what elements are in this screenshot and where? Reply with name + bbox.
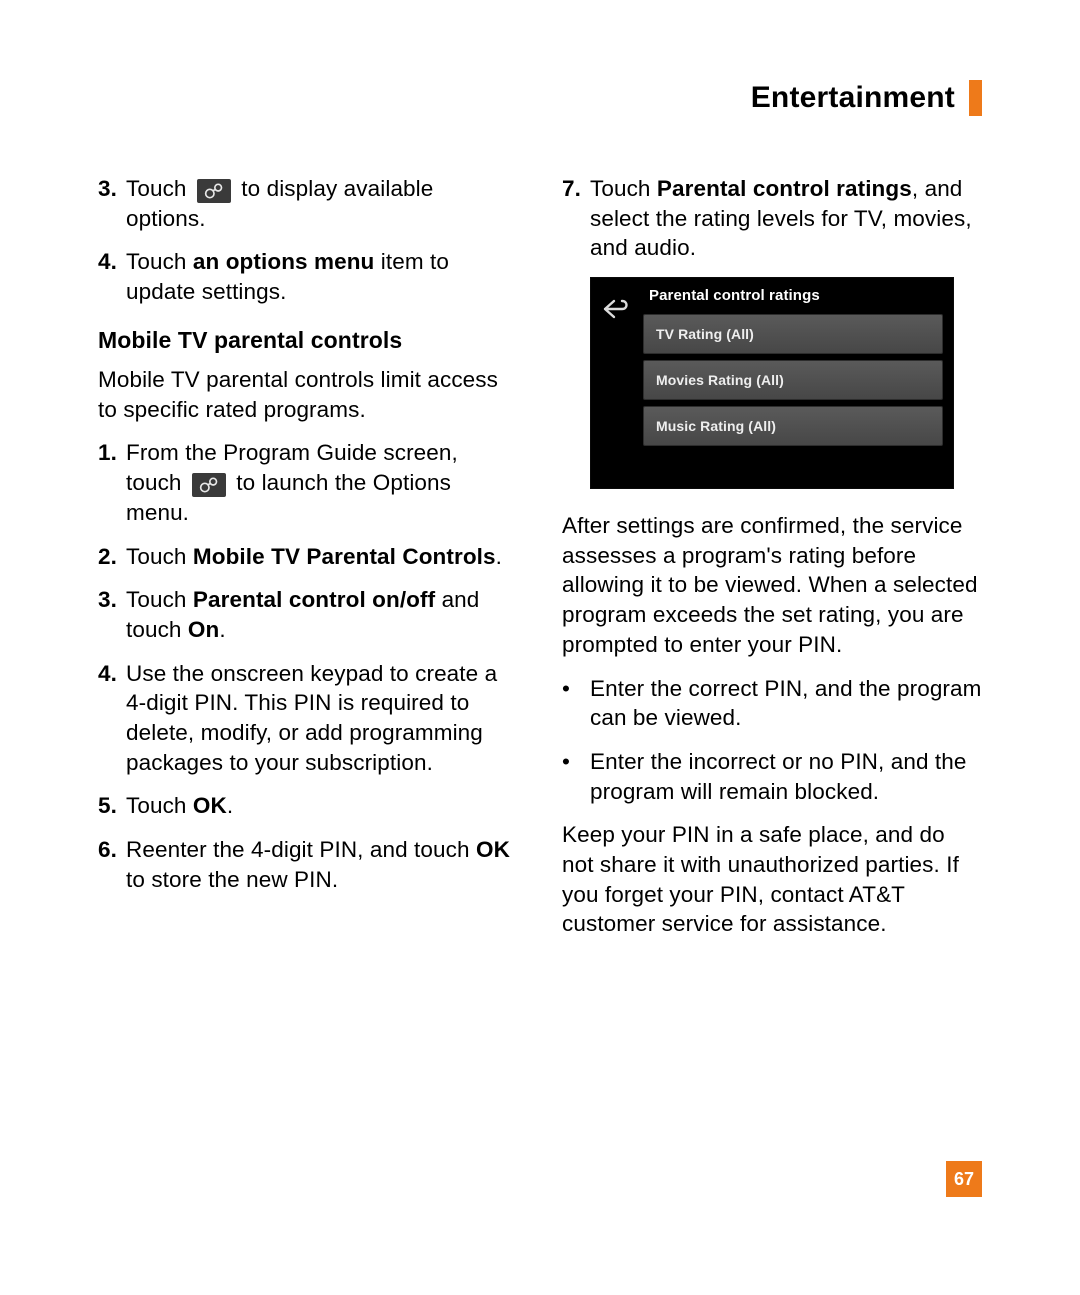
step-body: Touch Parental control ratings, and sele… (590, 174, 982, 263)
parental-steps-list: 1. From the Program Guide screen, touch … (98, 438, 518, 894)
step-number: 6. (98, 835, 126, 894)
list-body: Enter the incorrect or no PIN, and the p… (590, 747, 982, 806)
list-item: • Enter the correct PIN, and the program… (562, 674, 982, 733)
text: Reenter the 4-digit PIN, and touch (126, 837, 476, 862)
rating-row-tv: TV Rating (All) (643, 314, 943, 354)
list-item: • Enter the incorrect or no PIN, and the… (562, 747, 982, 806)
text: to store the new PIN. (126, 867, 338, 892)
header-title: Entertainment (751, 81, 955, 115)
step-number: 3. (98, 585, 126, 644)
paragraph: Keep your PIN in a safe place, and do no… (562, 820, 982, 939)
parental-ratings-screenshot: Parental control ratings TV Rating (All)… (590, 277, 954, 489)
pstep-5: 5. Touch OK. (98, 791, 518, 821)
bold: Parental control on/off (193, 587, 435, 612)
text: . (227, 793, 233, 818)
list-body: Enter the correct PIN, and the program c… (590, 674, 982, 733)
bold: an options menu (193, 249, 375, 274)
step-number: 7. (562, 174, 590, 263)
pstep-1: 1. From the Program Guide screen, touch … (98, 438, 518, 527)
step-number: 4. (98, 247, 126, 306)
text: Touch (126, 176, 193, 201)
page-number: 67 (946, 1161, 982, 1197)
bold: On (188, 617, 219, 642)
step-3: 3. Touch to display available options. (98, 174, 518, 233)
bold: Parental control ratings (657, 176, 912, 201)
step-body: Touch an options menu item to update set… (126, 247, 518, 306)
text: Touch (126, 587, 193, 612)
page-header: Entertainment (98, 80, 982, 116)
text: Touch (590, 176, 657, 201)
text: . (496, 544, 502, 569)
pstep-6: 6. Reenter the 4-digit PIN, and touch OK… (98, 835, 518, 894)
step-4: 4. Touch an options menu item to update … (98, 247, 518, 306)
text: Touch (126, 544, 193, 569)
text: Touch (126, 249, 193, 274)
options-icon (192, 473, 226, 497)
rating-row-movies: Movies Rating (All) (643, 360, 943, 400)
header-accent-bar (969, 80, 982, 116)
step-number: 1. (98, 438, 126, 527)
rating-row-music: Music Rating (All) (643, 406, 943, 446)
bullet-icon: • (562, 674, 590, 733)
pstep-7: 7. Touch Parental control ratings, and s… (562, 174, 982, 263)
step-body: Touch Mobile TV Parental Controls. (126, 542, 518, 572)
pstep-3: 3. Touch Parental control on/off and tou… (98, 585, 518, 644)
step-number: 5. (98, 791, 126, 821)
text: . (219, 617, 225, 642)
bold: Mobile TV Parental Controls (193, 544, 496, 569)
step-number: 3. (98, 174, 126, 233)
step-body: Use the onscreen keypad to create a 4-di… (126, 659, 518, 778)
step-body: From the Program Guide screen, touch to … (126, 438, 518, 527)
step-body: Touch OK. (126, 791, 518, 821)
pin-outcomes-list: • Enter the correct PIN, and the program… (562, 674, 982, 807)
pstep-2: 2. Touch Mobile TV Parental Controls. (98, 542, 518, 572)
bold: OK (193, 793, 227, 818)
ratings-panel-title: Parental control ratings (649, 286, 943, 306)
back-arrow-icon (602, 298, 632, 328)
step-number: 2. (98, 542, 126, 572)
bold: OK (476, 837, 510, 862)
step-body: Touch Parental control on/off and touch … (126, 585, 518, 644)
screenshot-inner: Parental control ratings TV Rating (All)… (591, 278, 953, 488)
pstep-4: 4. Use the onscreen keypad to create a 4… (98, 659, 518, 778)
section-subhead: Mobile TV parental controls (98, 325, 518, 355)
right-column: 7. Touch Parental control ratings, and s… (562, 174, 982, 953)
text: Touch (126, 793, 193, 818)
continued-steps-list: 3. Touch to display available options. 4… (98, 174, 518, 307)
page: Entertainment 3. Touch to display availa… (0, 0, 1080, 1295)
parental-steps-list-cont: 7. Touch Parental control ratings, and s… (562, 174, 982, 263)
step-body: Touch to display available options. (126, 174, 518, 233)
back-column (591, 278, 643, 488)
paragraph: After settings are confirmed, the servic… (562, 511, 982, 659)
bullet-icon: • (562, 747, 590, 806)
intro-paragraph: Mobile TV parental controls limit access… (98, 365, 518, 424)
left-column: 3. Touch to display available options. 4… (98, 174, 518, 953)
step-number: 4. (98, 659, 126, 778)
options-icon (197, 179, 231, 203)
step-body: Reenter the 4-digit PIN, and touch OK to… (126, 835, 518, 894)
content-columns: 3. Touch to display available options. 4… (98, 174, 982, 953)
ratings-panel: Parental control ratings TV Rating (All)… (643, 278, 953, 488)
